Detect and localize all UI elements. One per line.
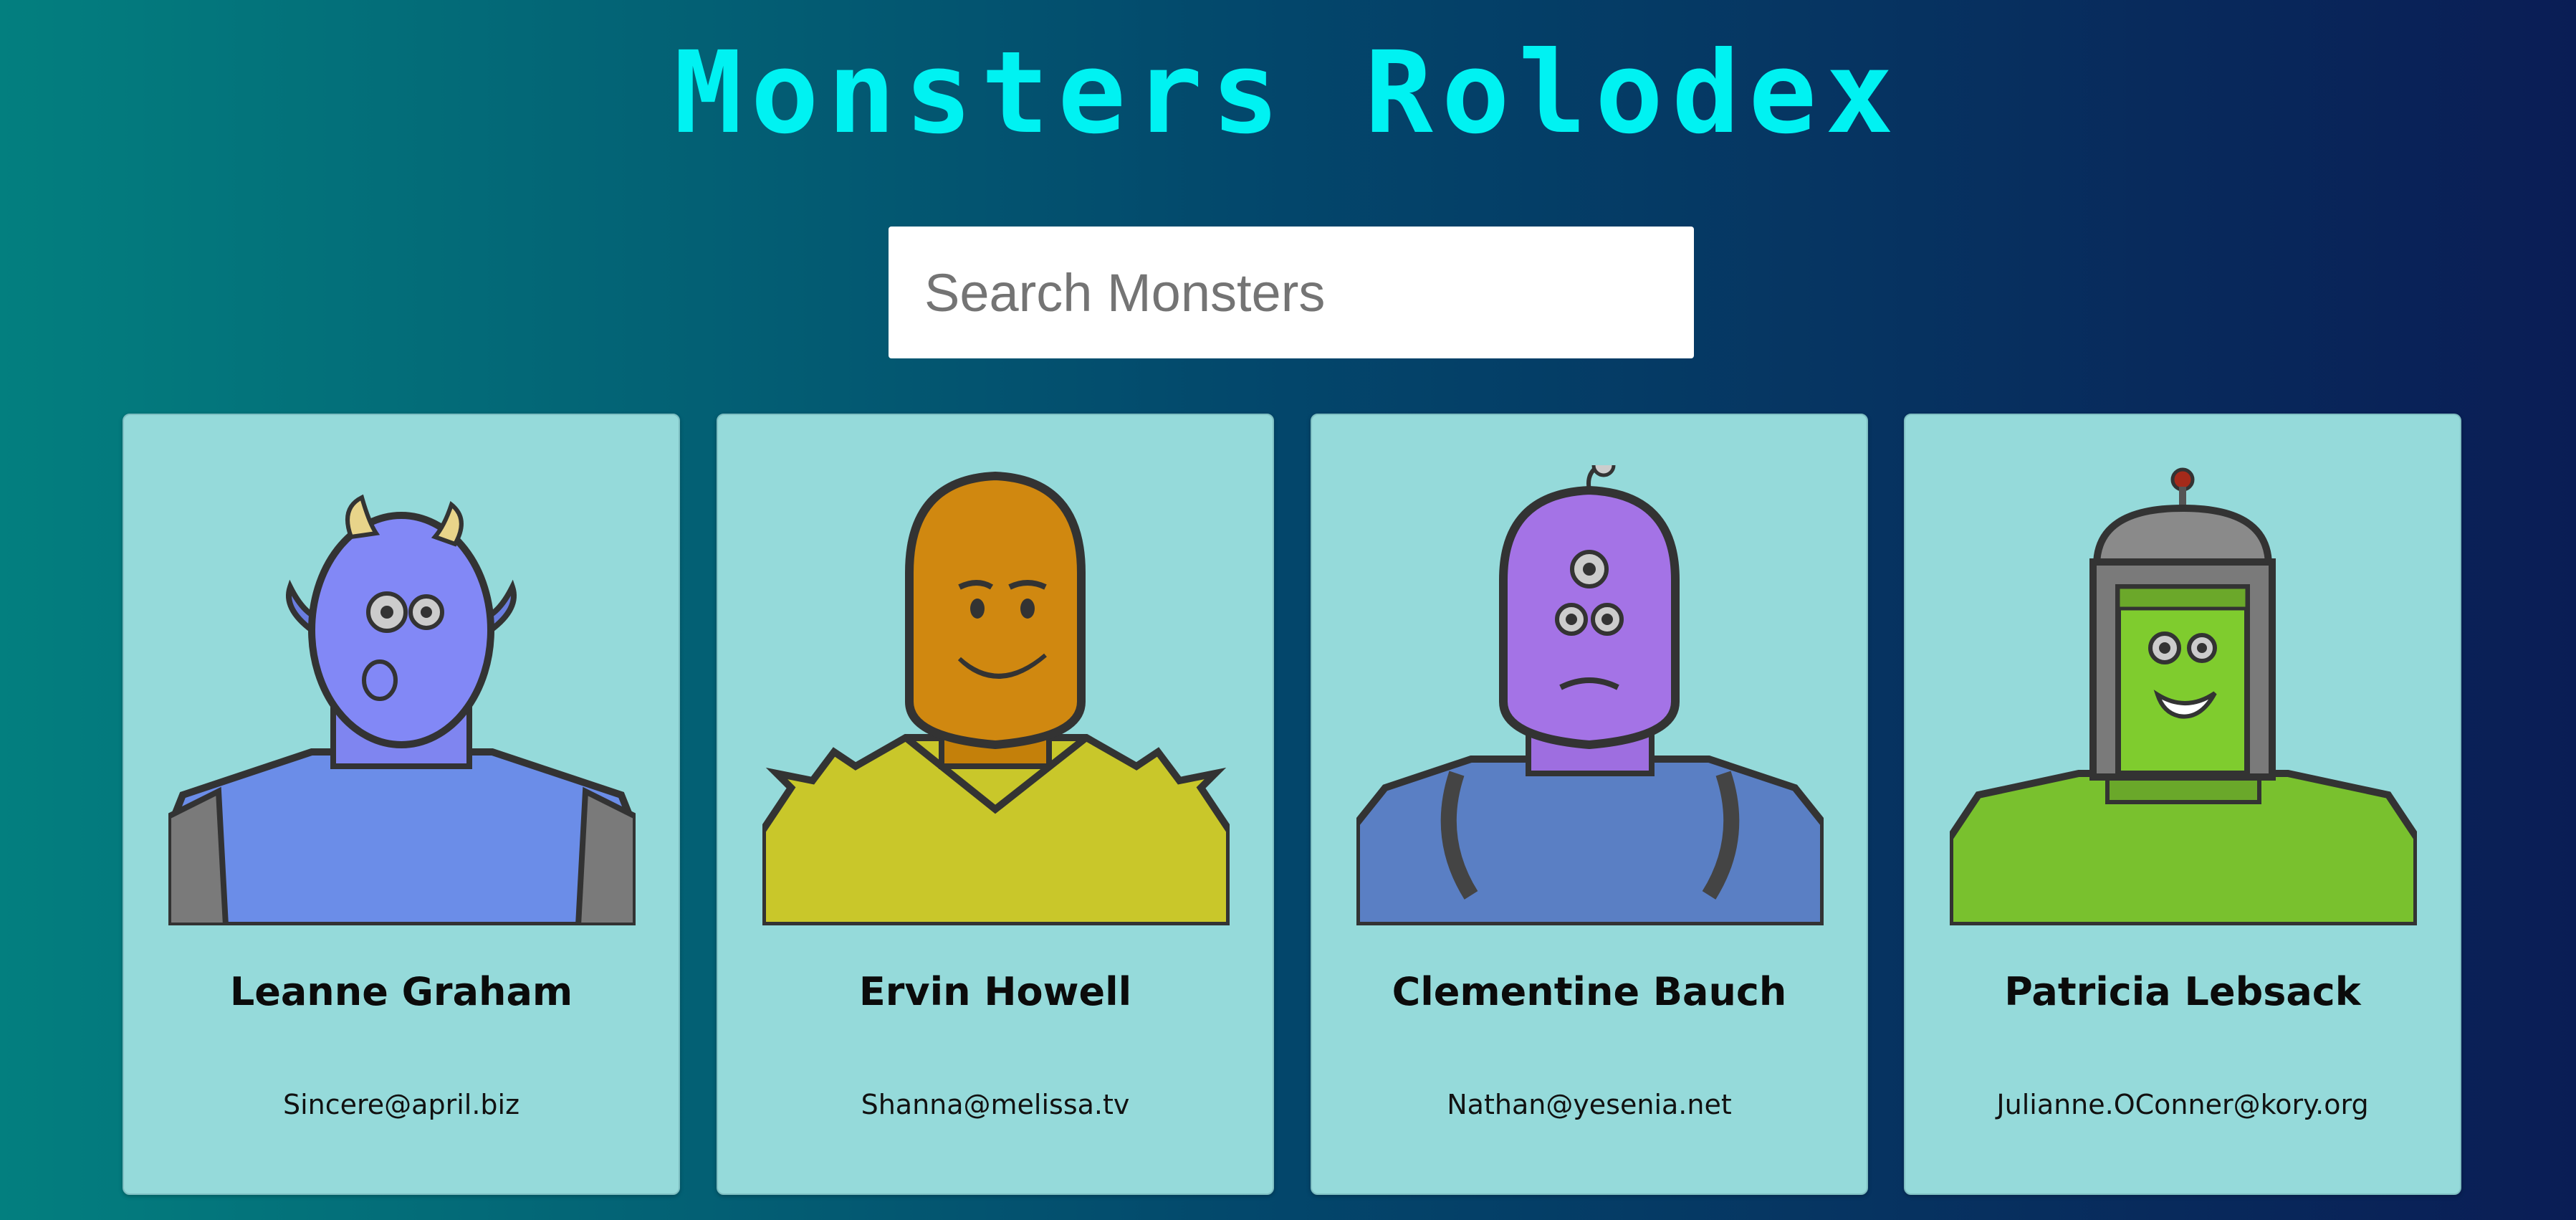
monster-email: Sincere@april.biz — [282, 1089, 520, 1120]
search-input[interactable] — [889, 227, 1694, 358]
monster-name: Patricia Lebsack — [2004, 969, 2361, 1014]
monster-name: Clementine Bauch — [1392, 969, 1787, 1014]
orange-spiky-monster-avatar-icon — [762, 471, 1230, 925]
green-robot-helmet-monster-avatar-icon — [1950, 467, 2417, 925]
monster-email: Julianne.OConner@kory.org — [1996, 1089, 2369, 1120]
purple-three-eyed-monster-avatar-icon — [1356, 465, 1824, 925]
monster-email: Nathan@yesenia.net — [1447, 1089, 1732, 1120]
monster-email: Shanna@melissa.tv — [861, 1089, 1130, 1120]
monster-card[interactable]: Patricia Lebsack Julianne.OConner@kory.o… — [1904, 414, 2461, 1195]
monster-card[interactable]: Ervin Howell Shanna@melissa.tv — [717, 414, 1274, 1195]
monster-card[interactable]: Leanne Graham Sincere@april.biz — [123, 414, 680, 1195]
page-title: Monsters Rolodex — [674, 27, 1902, 159]
monster-name: Ervin Howell — [858, 969, 1132, 1014]
monster-card[interactable]: Clementine Bauch Nathan@yesenia.net — [1311, 414, 1868, 1195]
monster-name: Leanne Graham — [229, 969, 573, 1014]
blue-horned-monster-avatar-icon — [168, 494, 636, 925]
